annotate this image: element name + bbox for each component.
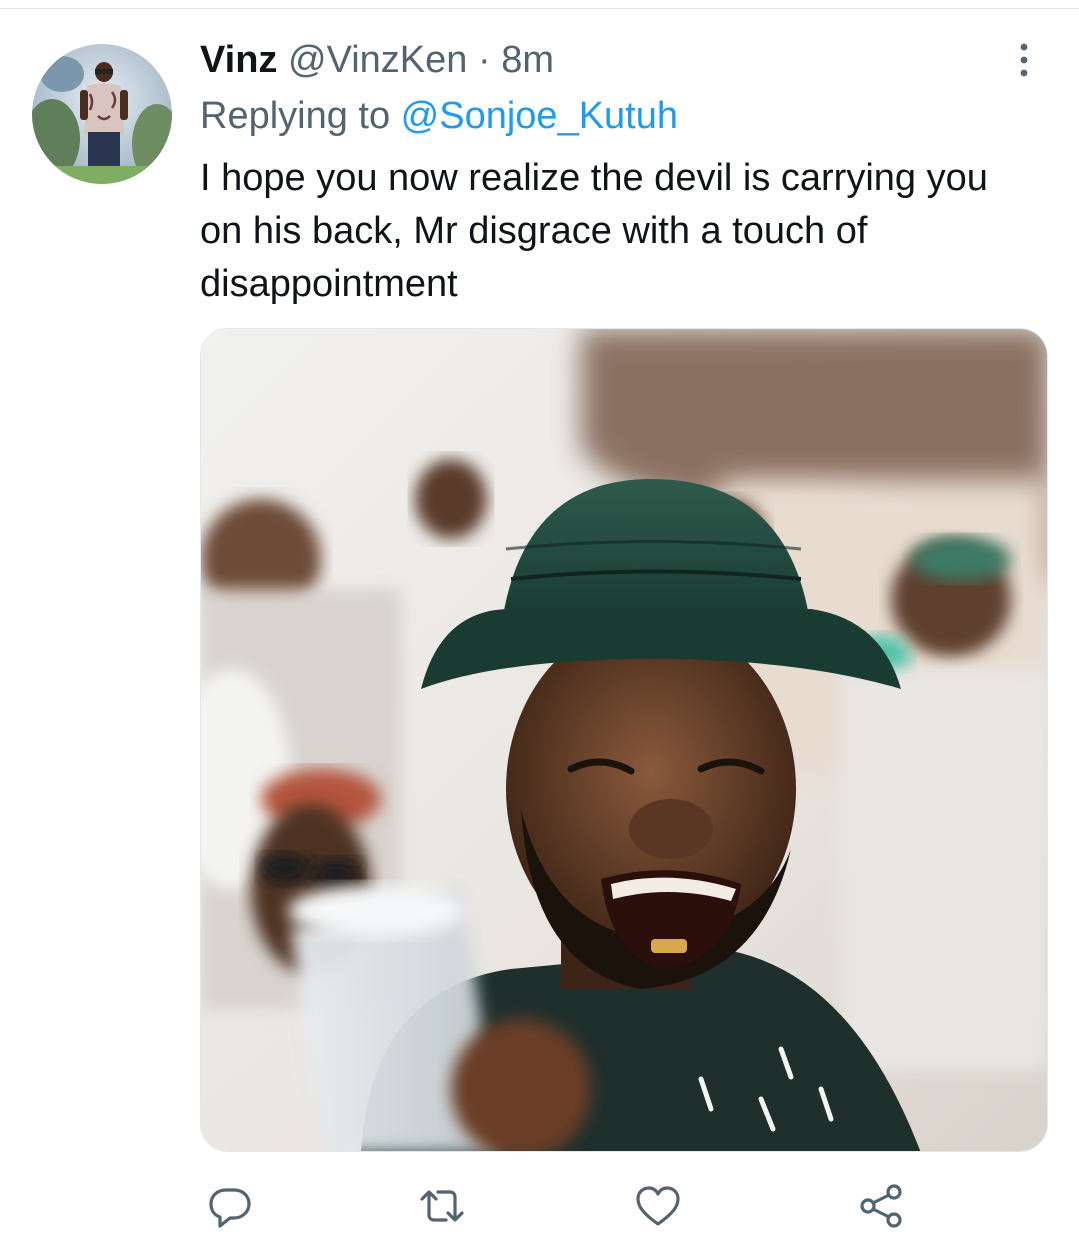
retweet-icon [420,1190,464,1222]
top-divider [0,0,1079,9]
tweet-time[interactable]: 8m [501,39,554,81]
heart-icon [636,1186,680,1226]
reply-to-handle[interactable]: @Sonjoe_Kutuh [401,95,678,137]
tweet-text: I hope you now realize the devil is carr… [200,157,988,305]
like-button[interactable] [634,1182,682,1230]
avatar[interactable] [32,44,172,184]
display-name[interactable]: Vinz [200,39,277,81]
reply-icon [209,1188,251,1228]
share-button[interactable] [858,1182,906,1230]
share-icon [860,1184,902,1228]
meta-separator: · [467,39,502,81]
tweet-header: Vinz @VinzKen · 8m [200,36,554,84]
reply-prefix: Replying to [200,95,401,137]
tweet-media-image[interactable] [200,328,1048,1152]
reply-button[interactable] [206,1182,254,1230]
more-vertical-icon[interactable] [1008,40,1040,80]
avatar-image [32,44,172,184]
retweet-button[interactable] [418,1182,466,1230]
user-handle[interactable]: @VinzKen [288,39,467,81]
reply-context: Replying to @Sonjoe_Kutuh [200,92,678,140]
photo-crying-man [201,329,1047,1151]
